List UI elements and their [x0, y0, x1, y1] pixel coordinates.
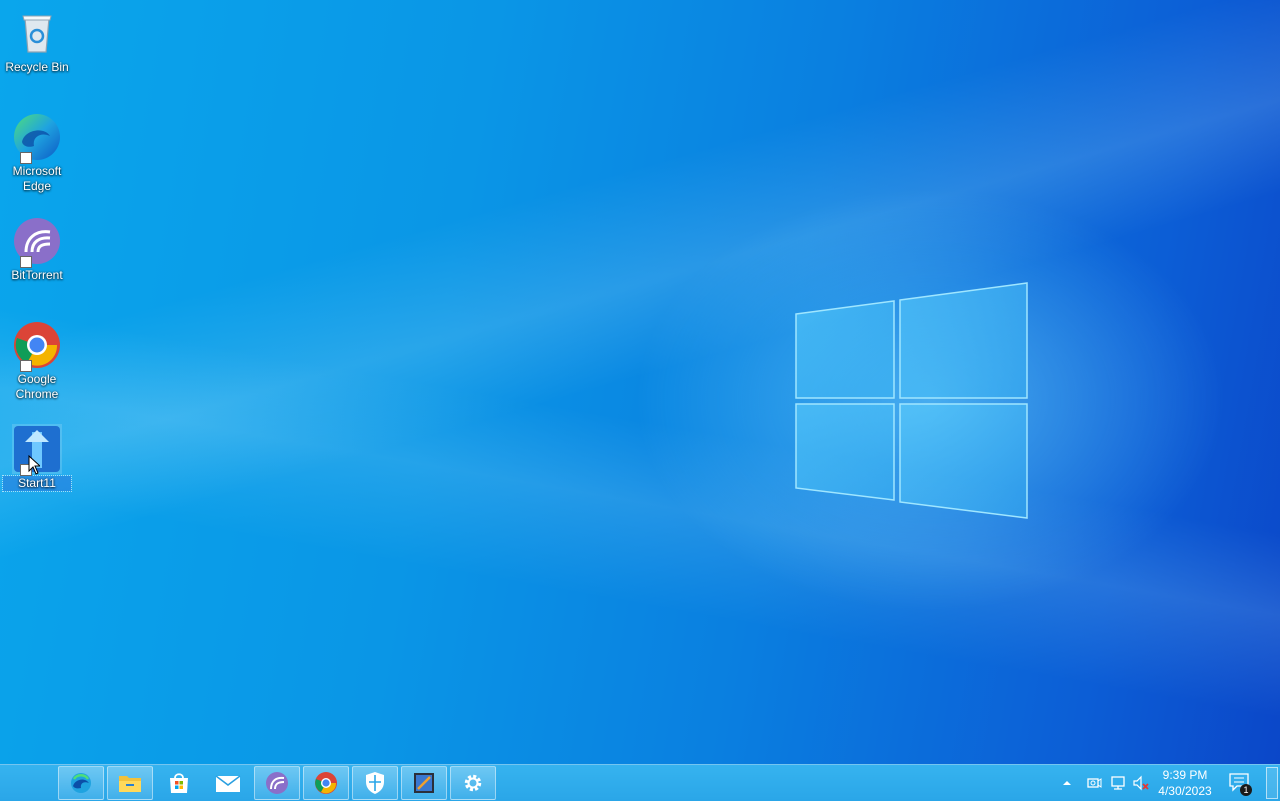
show-hidden-icons-button[interactable]: [1059, 765, 1075, 801]
tray-network-button[interactable]: [1107, 765, 1129, 801]
recycle-bin-icon: [12, 8, 62, 58]
mail-icon: [215, 775, 241, 792]
chrome-icon: [315, 772, 337, 794]
network-icon: [1111, 776, 1125, 790]
taskbar-windows-security-button[interactable]: [352, 766, 398, 800]
edge-icon: [12, 112, 62, 164]
desktop-icon-bittorrent[interactable]: BitTorrent: [3, 210, 71, 283]
file-explorer-icon: [119, 776, 141, 792]
windows-security-icon: [366, 772, 384, 794]
taskbar-settings-button[interactable]: [450, 766, 496, 800]
windows-logo-wallpaper: [795, 282, 1028, 519]
desktop-icon-label: Start11: [2, 475, 72, 492]
desktop-icon-recycle-bin[interactable]: Recycle Bin: [3, 2, 71, 75]
speaker-muted-icon: [1133, 775, 1149, 791]
chevron-up-icon: [1063, 781, 1071, 785]
taskbar: 9:39 PM 4/30/2023 1: [0, 764, 1280, 801]
taskbar-start11-button[interactable]: [401, 766, 447, 800]
shortcut-arrow-icon: [20, 360, 32, 372]
desktop-icon-label: BitTorrent: [11, 268, 63, 282]
desktop-icon-label: Recycle Bin: [5, 60, 69, 74]
wallpaper-light-beam: [0, 0, 1280, 800]
action-center-button[interactable]: 1: [1226, 765, 1254, 801]
shortcut-arrow-icon: [20, 152, 32, 164]
tray-meet-now-button[interactable]: [1084, 765, 1104, 801]
desktop-icon-label: Google Chrome: [15, 372, 59, 401]
desktop-icon-google-chrome[interactable]: Google Chrome: [3, 314, 71, 402]
taskbar-edge-button[interactable]: [58, 766, 104, 800]
show-desktop-button[interactable]: [1266, 767, 1278, 799]
taskbar-microsoft-store-button[interactable]: [156, 766, 202, 800]
taskbar-bittorrent-button[interactable]: [254, 766, 300, 800]
clock-time: 9:39 PM: [1162, 768, 1208, 782]
clock-date: 4/30/2023: [1158, 784, 1212, 798]
tray-volume-button[interactable]: [1130, 765, 1152, 801]
taskbar-file-explorer-button[interactable]: [107, 766, 153, 800]
taskbar-clock[interactable]: 9:39 PM 4/30/2023: [1150, 767, 1220, 799]
taskbar-chrome-button[interactable]: [303, 766, 349, 800]
desktop-icon-microsoft-edge[interactable]: Microsoft Edge: [3, 106, 71, 194]
projector-icon: [1087, 778, 1102, 788]
edge-icon: [71, 773, 91, 793]
shortcut-arrow-icon: [20, 256, 32, 268]
desktop-icon-label: Microsoft Edge: [12, 164, 62, 193]
microsoft-store-icon: [170, 773, 188, 793]
chrome-icon: [12, 320, 62, 372]
settings-icon: [464, 774, 482, 792]
bittorrent-icon: [12, 216, 62, 268]
bittorrent-icon: [266, 772, 288, 794]
start11-app-icon: [414, 773, 434, 793]
mouse-cursor-icon: [28, 455, 40, 475]
wallpaper-light-beam: [0, 0, 1280, 800]
notification-count-badge: 1: [1240, 784, 1252, 796]
taskbar-mail-button[interactable]: [205, 766, 251, 800]
